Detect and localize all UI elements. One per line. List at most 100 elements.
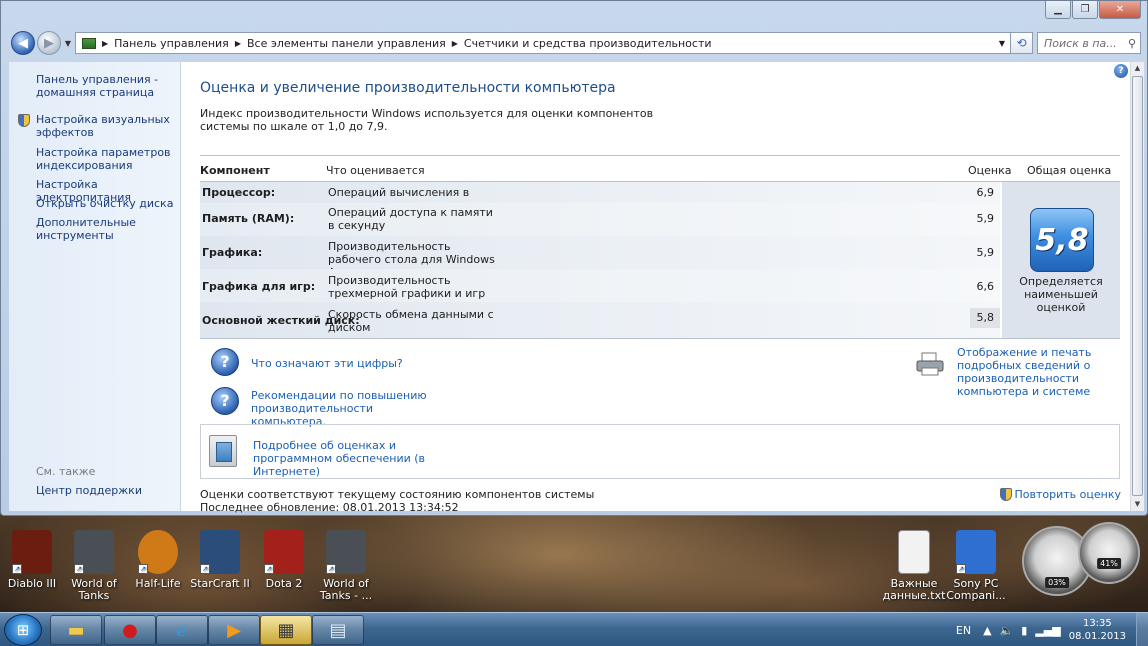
search-input[interactable]: Поиск в па... ⚲ [1037, 32, 1141, 54]
overall-score-badge: 5,8 [1030, 208, 1094, 272]
back-button[interactable]: ◀ [11, 31, 35, 55]
printer-icon [916, 352, 944, 376]
taskbar-media-player[interactable]: ▶ [208, 615, 260, 645]
window-controls: ▁ ❐ ✕ [1045, 1, 1141, 23]
media-player-icon: ▶ [227, 619, 241, 641]
vertical-scrollbar[interactable]: ▲ ▼ [1130, 62, 1144, 511]
memory-meter-gadget[interactable]: 41% [1078, 522, 1140, 584]
minimize-button[interactable]: ▁ [1045, 1, 1071, 19]
more-online-link[interactable]: Подробнее об оценках и программном обесп… [253, 439, 453, 478]
repeat-assessment-label[interactable]: Повторить оценку [1015, 488, 1121, 501]
volume-icon[interactable]: 🔈 [1000, 624, 1014, 637]
scroll-thumb[interactable] [1132, 76, 1143, 496]
show-desktop-button[interactable] [1136, 613, 1148, 646]
world-of-tanks-icon: ↗ [74, 530, 114, 574]
taskbar: ⊞ ▬ ● ℯ ▶ ▦ ▤ EN ▲ 🔈 ▮ ▂▄▆ 13:35 08.01.2… [0, 612, 1148, 646]
main-content: ? Оценка и увеличение производительности… [181, 62, 1130, 514]
taskbar-control-panel[interactable]: ▤ [312, 615, 364, 645]
control-panel-window: ▁ ❐ ✕ ◀ ▶ ▼ ▶ Панель управления ▶ Все эл… [0, 0, 1148, 516]
shield-icon [18, 114, 30, 127]
desktop-icon-label: StarCraft II [190, 577, 250, 590]
sidebar-link-home[interactable]: Панель управления - домашняя страница [36, 73, 176, 99]
language-indicator[interactable]: EN [956, 624, 971, 637]
network-icon[interactable]: ▂▄▆ [1035, 624, 1060, 637]
maximize-button[interactable]: ❐ [1072, 1, 1098, 19]
overall-score-panel: 5,8 Определяется наименьшей оценкой [1002, 182, 1120, 339]
scroll-down-icon[interactable]: ▼ [1131, 498, 1144, 511]
game-app-icon: ▦ [277, 619, 295, 641]
desktop-icon-dota[interactable]: ↗ Dota 2 [252, 530, 316, 590]
table-row: Графика: Производительность рабочего сто… [200, 236, 1000, 279]
memory-usage-value: 41% [1097, 558, 1121, 569]
starcraft-icon: ↗ [200, 530, 240, 574]
desktop-icon-diablo[interactable]: ↗ Diablo III [0, 530, 64, 590]
header-score: Оценка [968, 164, 1012, 177]
taskbar-internet-explorer[interactable]: ℯ [156, 615, 208, 645]
chevron-down-icon[interactable]: ▼ [994, 39, 1010, 48]
forward-button[interactable]: ▶ [37, 31, 61, 55]
scroll-up-icon[interactable]: ▲ [1131, 62, 1144, 75]
row-description: Производительность трехмерной графики и … [328, 274, 486, 300]
chevron-right-icon[interactable]: ▶ [452, 39, 458, 48]
taskbar-game-app[interactable]: ▦ [260, 615, 312, 645]
desktop-icon-label: World of Tanks [71, 577, 117, 602]
sidebar-link-action-center[interactable]: Центр поддержки [36, 484, 176, 497]
breadcrumb-item[interactable]: Панель управления [114, 37, 229, 50]
desktop-icon-text-file[interactable]: Важные данные.txt [882, 530, 946, 602]
desktop-icon-world-of-tanks[interactable]: ↗ World of Tanks [62, 530, 126, 602]
repeat-assessment-button[interactable]: Повторить оценку [999, 488, 1121, 501]
desktop-icon-half-life[interactable]: ↗ Half-Life [126, 530, 190, 590]
recommendations-link[interactable]: Рекомендации по повышению производительн… [251, 389, 451, 428]
close-button[interactable]: ✕ [1099, 1, 1141, 19]
question-icon: ? [211, 387, 239, 415]
sidebar-link-advanced-tools[interactable]: Дополнительные инструменты [36, 216, 176, 242]
desktop-icon-starcraft[interactable]: ↗ StarCraft II [188, 530, 252, 590]
page-title: Оценка и увеличение производительности к… [200, 80, 616, 96]
show-hidden-icons[interactable]: ▲ [983, 624, 991, 637]
desktop-icon-world-of-tanks-2[interactable]: ↗ World of Tanks - ... [314, 530, 378, 602]
refresh-button[interactable]: ⟲ [1011, 32, 1033, 54]
row-score: 5,9 [976, 246, 995, 259]
cpu-usage-value: 03% [1045, 577, 1069, 588]
start-button[interactable]: ⊞ [4, 614, 42, 646]
desktop-icon-label: Sony PC Compani... [946, 577, 1006, 602]
print-details-link[interactable]: Отображение и печать подробных сведений … [957, 346, 1127, 398]
header-overall: Общая оценка [1027, 164, 1112, 177]
what-numbers-link[interactable]: Что означают эти цифры? [251, 357, 403, 370]
battery-icon[interactable]: ▮ [1021, 624, 1027, 637]
address-bar[interactable]: ▶ Панель управления ▶ Все элементы панел… [75, 32, 1011, 54]
shield-icon [999, 488, 1012, 501]
help-icon[interactable]: ? [1114, 64, 1128, 78]
opera-icon: ● [122, 619, 138, 641]
breadcrumb-item[interactable]: Все элементы панели управления [247, 37, 446, 50]
folder-icon: ▬ [67, 619, 85, 641]
chevron-right-icon[interactable]: ▶ [102, 39, 108, 48]
navigation-bar: ◀ ▶ ▼ ▶ Панель управления ▶ Все элементы… [11, 29, 1141, 57]
last-update: Последнее обновление: 08.01.2013 13:34:5… [200, 501, 459, 514]
breadcrumb-item[interactable]: Счетчики и средства производительности [464, 37, 712, 50]
desktop-icon-label: Diablo III [7, 577, 57, 590]
table-row: Графика для игр: Производительность трех… [200, 269, 1000, 302]
sidebar-link-indexing[interactable]: Настройка параметров индексирования [36, 146, 176, 172]
row-component: Графика для игр: [202, 280, 316, 293]
taskbar-opera[interactable]: ● [104, 615, 156, 645]
row-description: Операций доступа к памяти в секунду [328, 206, 493, 232]
overall-score-caption: Определяется наименьшей оценкой [1019, 275, 1103, 314]
sidebar-link-disk-cleanup[interactable]: Открыть очистку диска [36, 197, 176, 210]
chevron-right-icon[interactable]: ▶ [235, 39, 241, 48]
search-icon[interactable]: ⚲ [1128, 37, 1136, 50]
online-info-box: Подробнее об оценках и программном обесп… [200, 424, 1120, 479]
see-also-heading: См. также [36, 465, 96, 478]
diablo-icon: ↗ [12, 530, 52, 574]
status-line: Оценки соответствуют текущему состоянию … [200, 488, 595, 501]
control-panel-icon: ▤ [329, 619, 347, 641]
desktop-icon-sony-pc[interactable]: ↗ Sony PC Compani... [944, 530, 1008, 602]
sidebar-link-visual-effects[interactable]: Настройка визуальных эффектов [36, 113, 176, 139]
taskbar-explorer[interactable]: ▬ [50, 615, 102, 645]
clock[interactable]: 13:35 08.01.2013 [1069, 617, 1126, 643]
sony-pc-icon: ↗ [956, 530, 996, 574]
recent-pages-dropdown[interactable]: ▼ [63, 39, 73, 48]
desktop-icon-label: World of Tanks - ... [319, 577, 373, 602]
table-header: Компонент Что оценивается Оценка Общая о… [200, 155, 1120, 182]
table-row: Память (RAM): Операций доступа к памяти … [200, 203, 1000, 236]
